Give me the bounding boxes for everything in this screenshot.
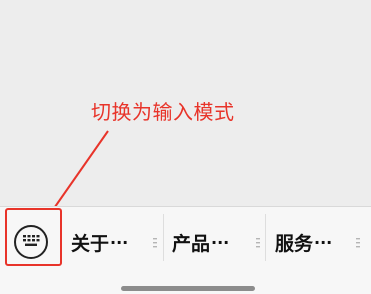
submenu-icon (153, 238, 157, 248)
menu-divider (163, 214, 164, 261)
menu-item-label: 服务 (275, 232, 314, 255)
menu-item-about[interactable]: 关于 ··· (71, 222, 128, 262)
menu-item-label: 产品 (172, 232, 211, 255)
submenu-icon (356, 238, 360, 248)
keyboard-icon (23, 235, 40, 246)
menu-item-label: 关于 (71, 232, 110, 255)
annotation-label: 切换为输入模式 (91, 100, 235, 124)
menu-item-products[interactable]: 产品 ··· (172, 222, 229, 262)
menu-divider (265, 214, 266, 261)
menu-item-ellipsis: ··· (314, 232, 333, 252)
menu-item-services[interactable]: 服务 ··· (275, 222, 332, 262)
home-indicator[interactable] (121, 286, 255, 291)
submenu-icon (256, 238, 260, 248)
menu-item-ellipsis: ··· (110, 232, 129, 252)
menu-item-ellipsis: ··· (211, 232, 230, 252)
switch-to-input-button[interactable] (14, 225, 48, 259)
